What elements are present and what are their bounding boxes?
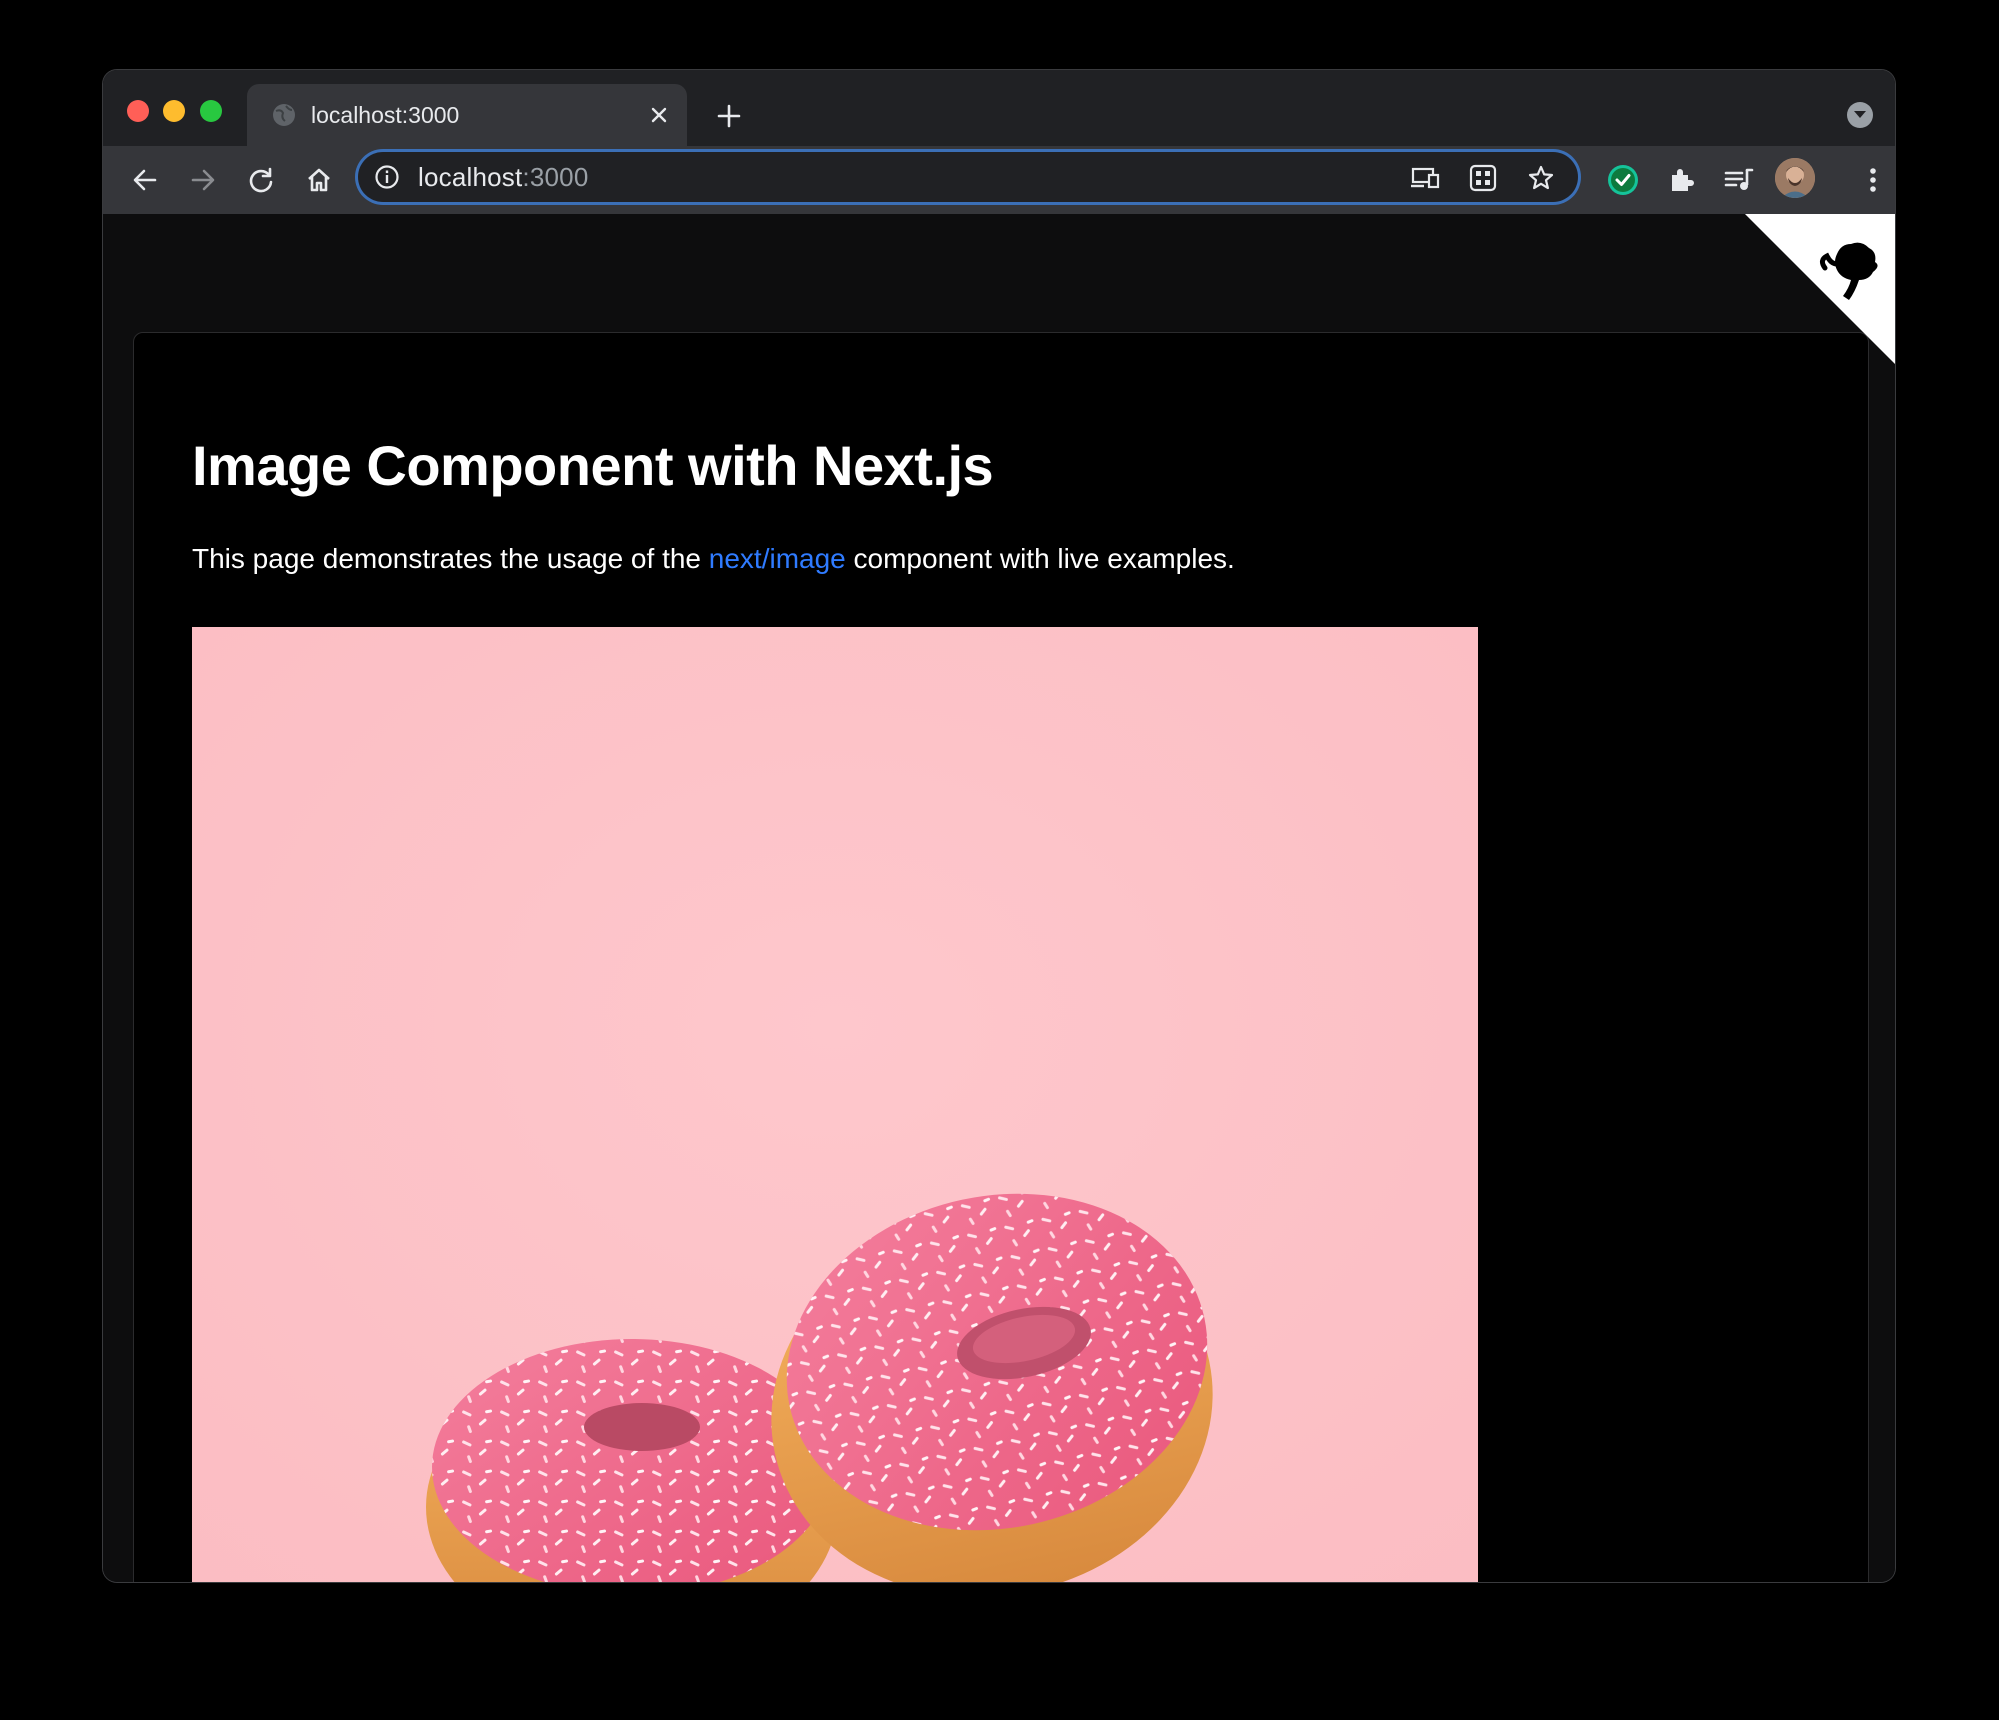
browser-window: localhost:3000 localhost:3000 Image Comp… <box>103 70 1895 1582</box>
reload-icon <box>249 167 273 193</box>
address-bar[interactable]: localhost:3000 <box>358 152 1578 202</box>
minimize-window-button[interactable] <box>163 100 185 122</box>
donuts-image <box>192 627 1478 1582</box>
cast-icon[interactable] <box>1410 163 1440 193</box>
content-card: Image Component with Next.js This page d… <box>133 332 1869 1582</box>
bookmark-star-icon[interactable] <box>1526 163 1556 193</box>
close-tab-icon[interactable] <box>645 101 673 129</box>
tab-title: localhost:3000 <box>311 102 460 128</box>
description-text-after: component with live examples. <box>845 543 1235 574</box>
back-button[interactable] <box>125 160 165 200</box>
reload-button[interactable] <box>241 160 281 200</box>
address-port: :3000 <box>522 162 589 192</box>
page-viewport: Image Component with Next.js This page d… <box>103 214 1895 1582</box>
browser-toolbar: localhost:3000 <box>103 146 1895 214</box>
home-button[interactable] <box>299 160 339 200</box>
description-text-before: This page demonstrates the usage of the <box>192 543 709 574</box>
maximize-window-button[interactable] <box>200 100 222 122</box>
reading-list-icon[interactable] <box>1719 160 1759 200</box>
browser-menu-button[interactable] <box>1853 160 1893 200</box>
close-window-button[interactable] <box>127 100 149 122</box>
page-title: Image Component with Next.js <box>192 434 994 497</box>
tab-search-button[interactable] <box>1847 102 1873 128</box>
tab-localhost[interactable]: localhost:3000 <box>247 84 687 146</box>
plus-icon <box>717 104 741 128</box>
info-icon[interactable] <box>374 164 400 190</box>
chevron-down-icon <box>1854 111 1866 118</box>
arrow-right-icon <box>191 169 215 191</box>
profile-avatar[interactable] <box>1775 158 1815 198</box>
tab-strip: localhost:3000 <box>103 70 1895 146</box>
arrow-left-icon <box>133 169 157 191</box>
home-icon <box>308 168 330 192</box>
more-vertical-icon <box>1870 168 1876 192</box>
globe-icon <box>271 102 297 128</box>
grammarly-extension-icon[interactable] <box>1603 160 1643 200</box>
forward-button[interactable] <box>183 160 223 200</box>
address-url: localhost:3000 <box>418 161 589 193</box>
next-image-link[interactable]: next/image <box>709 543 846 574</box>
page-description: This page demonstrates the usage of the … <box>192 541 1235 577</box>
donuts-illustration <box>192 627 1478 1582</box>
qr-code-icon[interactable] <box>1468 163 1498 193</box>
github-corner-icon[interactable] <box>1745 214 1895 364</box>
extensions-puzzle-icon[interactable] <box>1661 160 1701 200</box>
address-host: localhost <box>418 162 523 192</box>
new-tab-button[interactable] <box>709 96 749 136</box>
